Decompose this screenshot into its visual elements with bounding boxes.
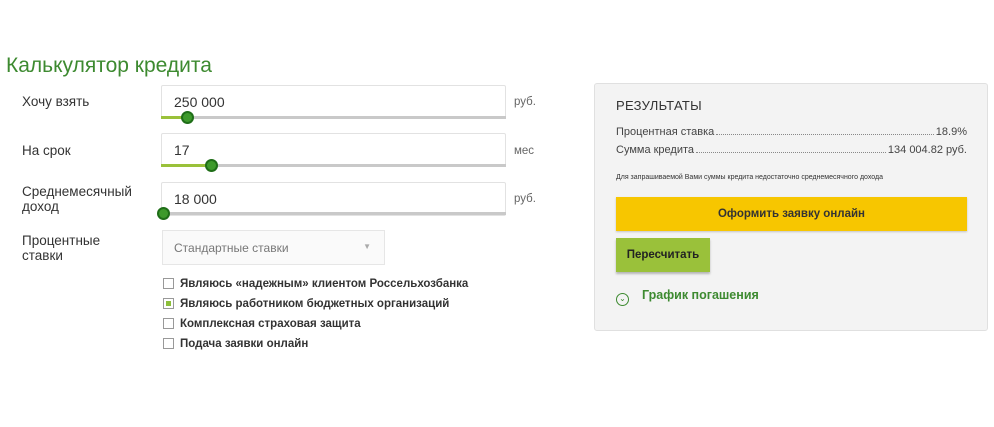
term-slider-thumb[interactable] xyxy=(204,159,218,172)
sum-result-value: 134 004.82 руб. xyxy=(887,144,967,156)
income-unit: руб. xyxy=(514,193,536,205)
recalculate-button[interactable]: Пересчитать xyxy=(616,238,710,272)
amount-input[interactable]: 250 000 xyxy=(161,85,506,119)
checkbox-icon[interactable] xyxy=(163,318,174,329)
checkbox-label: Являюсь работником бюджетных организаций xyxy=(180,298,450,310)
sum-result-label: Сумма кредита xyxy=(616,144,695,156)
rates-select-value: Стандартные ставки xyxy=(174,241,289,255)
rates-select[interactable]: Стандартные ставки ▼ xyxy=(162,230,385,265)
term-slider-fill xyxy=(161,164,210,167)
checkbox-reliable-client[interactable]: Являюсь «надежным» клиентом Россельхозба… xyxy=(163,278,468,290)
page-title: Калькулятор кредита xyxy=(6,54,212,77)
repayment-schedule-link[interactable]: ⌄ График погашения xyxy=(616,288,759,306)
dotted-leader xyxy=(696,144,886,153)
rate-result-label: Процентная ставка xyxy=(616,126,715,138)
rate-result-row: Процентная ставка 18.9% xyxy=(616,126,967,138)
sum-result-row: Сумма кредита 134 004.82 руб. xyxy=(616,144,967,156)
amount-label: Хочу взять xyxy=(22,94,90,109)
checkbox-icon[interactable] xyxy=(163,298,174,309)
checkbox-insurance[interactable]: Комплексная страховая защита xyxy=(163,318,361,330)
income-slider-track[interactable] xyxy=(161,212,506,215)
amount-unit: руб. xyxy=(514,96,536,108)
term-label: На срок xyxy=(22,143,71,158)
schedule-link-label: График погашения xyxy=(642,288,759,302)
term-unit: мес xyxy=(514,145,535,157)
rates-label: Процентные ставки xyxy=(22,233,100,263)
chevron-down-icon: ▼ xyxy=(363,242,371,251)
checkbox-icon[interactable] xyxy=(163,338,174,349)
results-title: РЕЗУЛЬТАТЫ xyxy=(616,98,702,113)
income-label-line2: доход xyxy=(22,199,59,214)
income-label-line1: Среднемесячный xyxy=(22,184,132,199)
checkbox-online-application[interactable]: Подача заявки онлайн xyxy=(163,338,308,350)
checkbox-budget-employee[interactable]: Являюсь работником бюджетных организаций xyxy=(163,298,449,310)
checkbox-icon[interactable] xyxy=(163,278,174,289)
income-input[interactable]: 18 000 xyxy=(161,182,506,216)
amount-slider-track[interactable] xyxy=(161,116,506,119)
income-label: Среднемесячный доход xyxy=(22,184,132,214)
chevron-down-circle-icon: ⌄ xyxy=(616,293,629,306)
income-warning-note: Для запрашиваемой Вами суммы кредита нед… xyxy=(616,174,883,181)
income-slider-thumb[interactable] xyxy=(156,207,170,220)
checkbox-label: Являюсь «надежным» клиентом Россельхозба… xyxy=(180,278,469,290)
amount-slider-thumb[interactable] xyxy=(180,111,194,124)
apply-online-button[interactable]: Оформить заявку онлайн xyxy=(616,197,967,231)
rate-result-value: 18.9% xyxy=(935,126,967,138)
dotted-leader xyxy=(716,126,934,135)
checkbox-label: Комплексная страховая защита xyxy=(180,318,361,330)
results-panel: РЕЗУЛЬТАТЫ Процентная ставка 18.9% Сумма… xyxy=(594,83,988,331)
checkbox-label: Подача заявки онлайн xyxy=(180,338,309,350)
rates-label-line2: ставки xyxy=(22,248,63,263)
rates-label-line1: Процентные xyxy=(22,233,101,248)
